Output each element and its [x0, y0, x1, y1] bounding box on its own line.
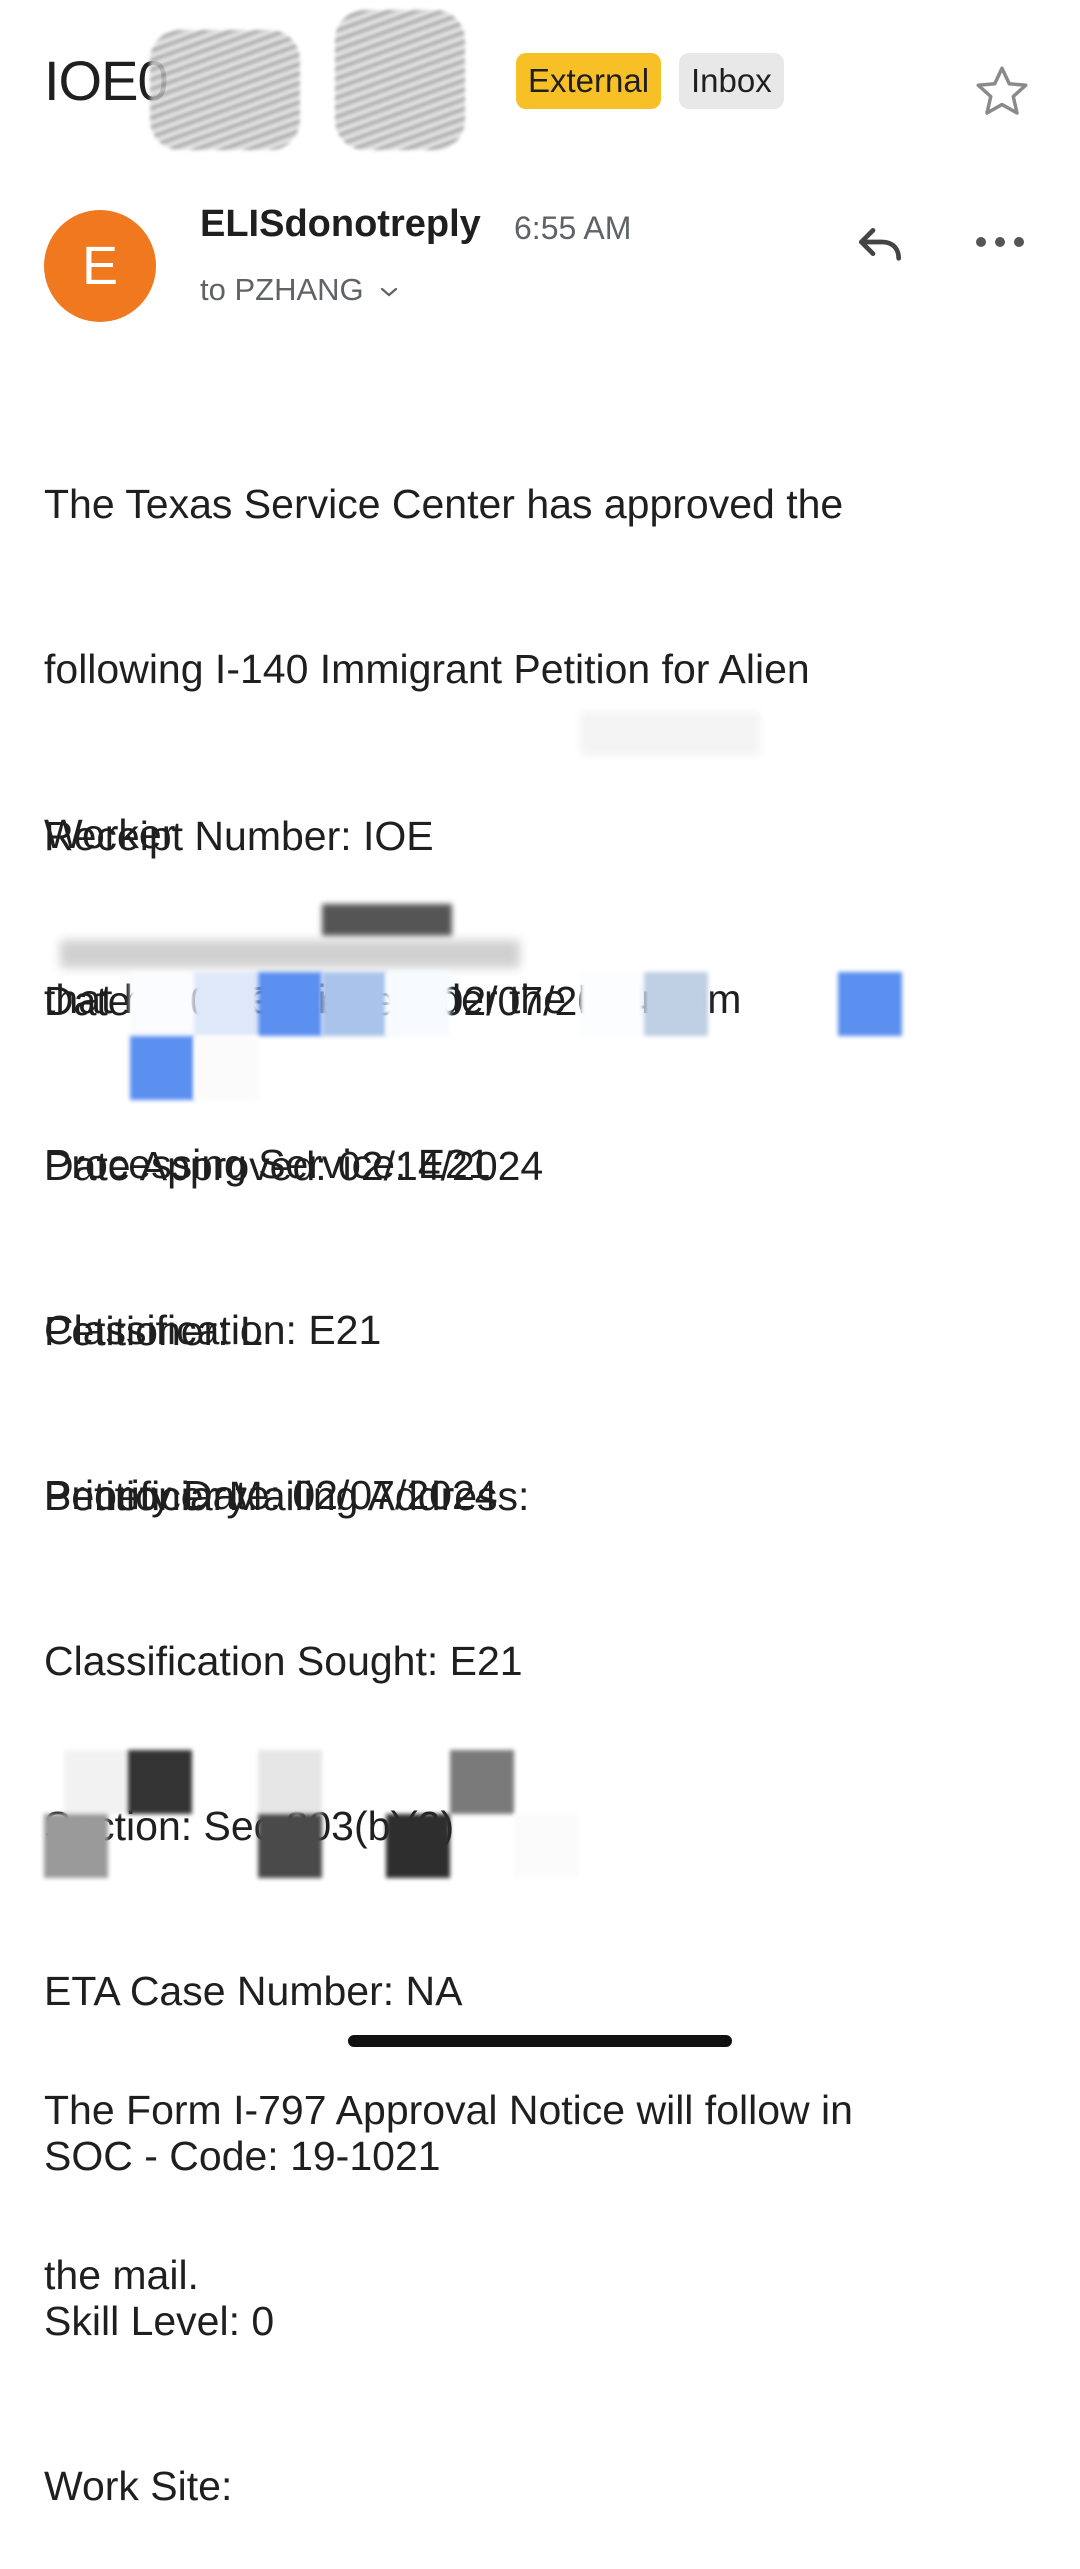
home-indicator[interactable]: [348, 2035, 732, 2047]
date-approved: Date Approved: 02/14/2024: [44, 1143, 544, 1189]
work-site: Work Site:: [44, 2463, 233, 2509]
body-beneficiary: Beneficiary: Classification Sought: E21 …: [44, 1359, 523, 2569]
body-closing: The Form I-797 Approval Notice will foll…: [44, 1973, 853, 2358]
classification: Classification: E21: [44, 1307, 382, 1353]
beneficiary: Beneficiary:: [44, 1473, 259, 1519]
label-inbox[interactable]: Inbox: [679, 53, 784, 109]
recipient-text: to PZHANG: [200, 272, 364, 307]
redaction-blur: [580, 712, 760, 756]
receipt-number: Receipt Number: IOE: [44, 813, 434, 859]
label-external[interactable]: External: [516, 53, 662, 109]
chevron-down-icon[interactable]: [378, 285, 400, 299]
body-line: The Texas Service Center has approved th…: [44, 481, 844, 527]
redaction-blur: [60, 940, 520, 968]
body-line: the mail.: [44, 2252, 199, 2298]
sender-name[interactable]: ELISdonotreply: [200, 203, 481, 246]
redaction-scribble: [335, 10, 465, 150]
more-options-icon[interactable]: [974, 230, 1026, 254]
redaction-blur: [322, 904, 452, 936]
sender-avatar[interactable]: E: [44, 210, 156, 322]
body-line: following I-140 Immigrant Petition for A…: [44, 646, 810, 692]
classification-sought: Classification Sought: E21: [44, 1638, 523, 1684]
recipient-line[interactable]: to PZHANG: [200, 272, 400, 308]
reply-icon[interactable]: [852, 214, 908, 270]
star-icon[interactable]: [972, 62, 1032, 122]
redaction-scribble: [150, 30, 300, 150]
body-line: The Form I-797 Approval Notice will foll…: [44, 2087, 853, 2133]
message-time: 6:55 AM: [514, 210, 632, 246]
